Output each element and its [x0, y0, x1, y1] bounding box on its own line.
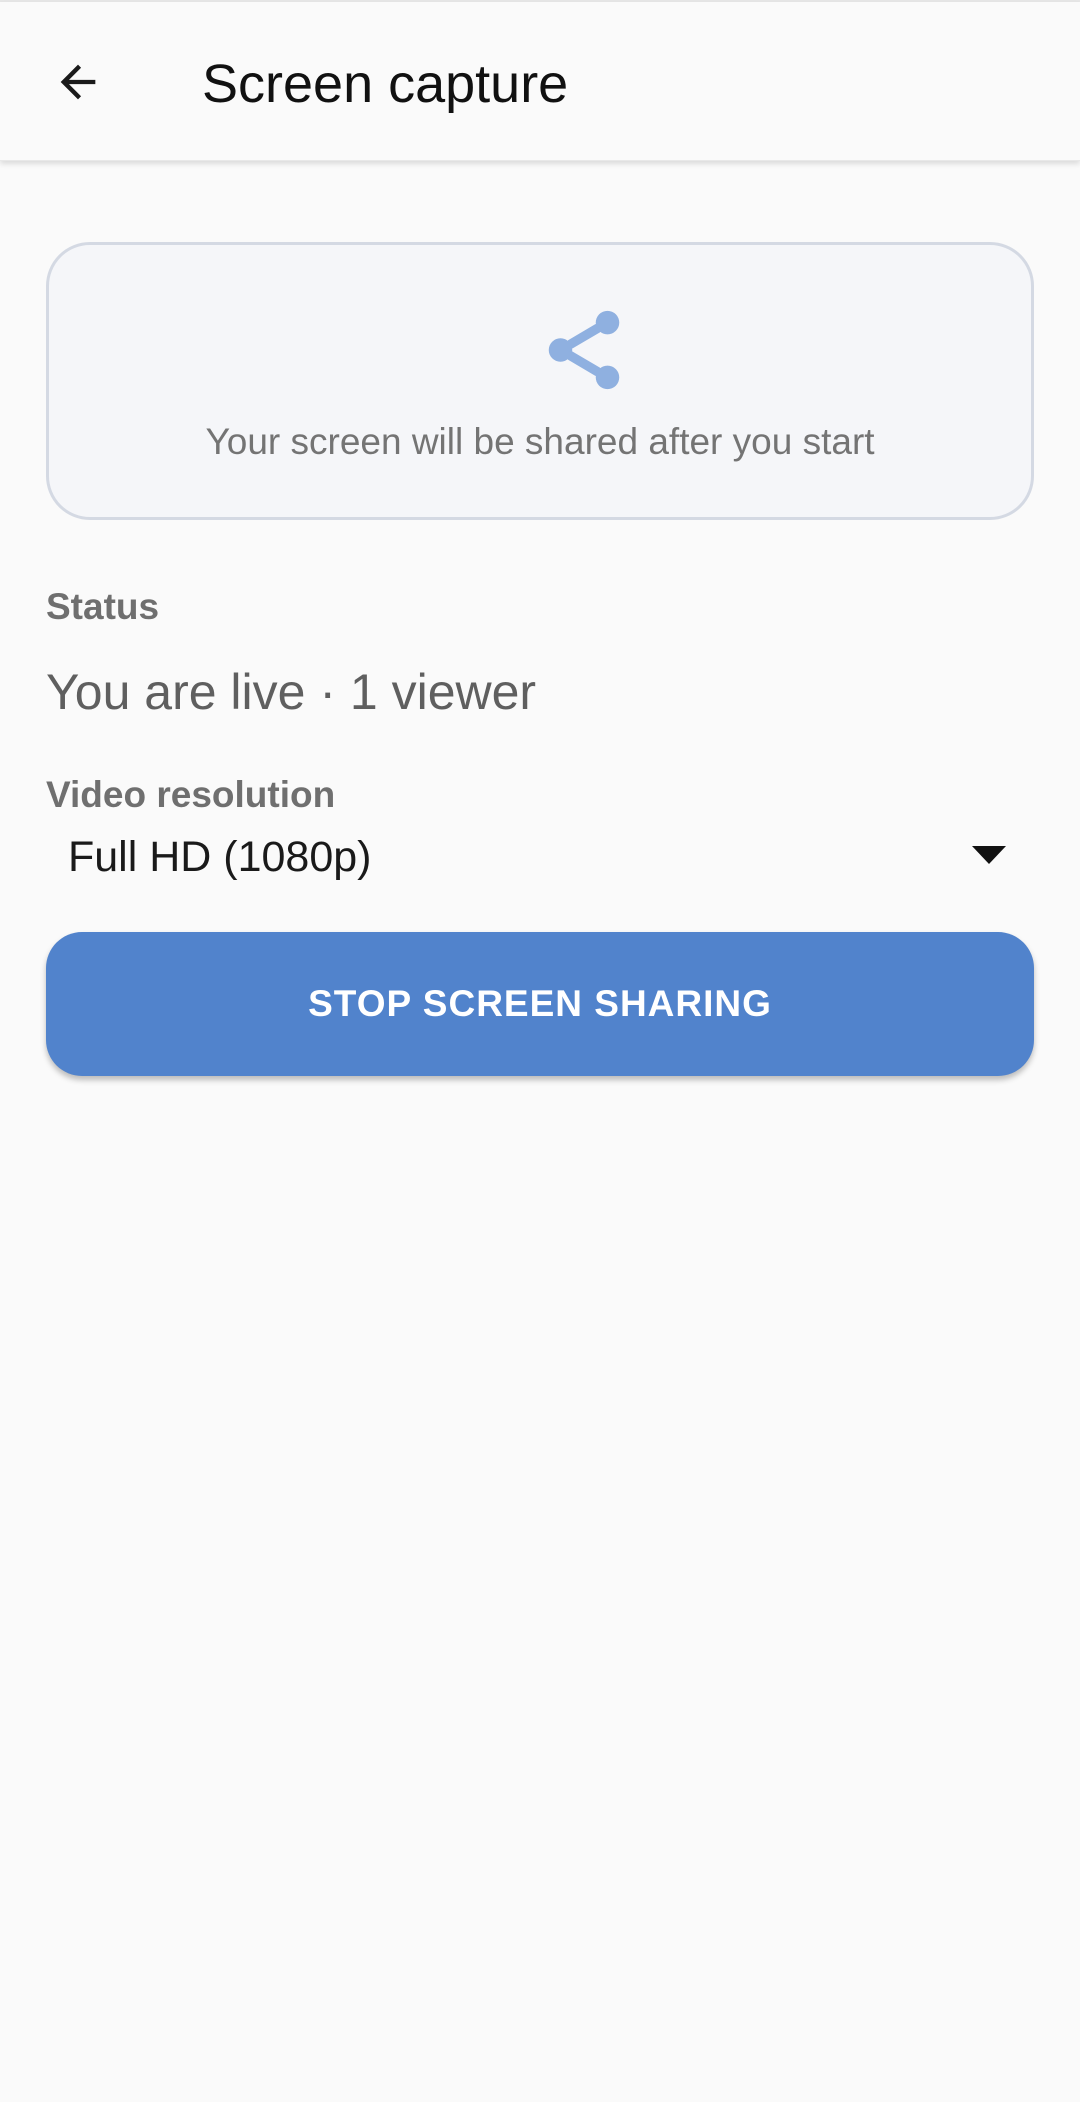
- stop-screen-sharing-button[interactable]: STOP SCREEN SHARING: [46, 932, 1034, 1076]
- status-value: You are live · 1 viewer: [46, 664, 537, 720]
- screen-capture-screen: Screen capture Your screen will be share…: [0, 0, 1080, 2102]
- video-resolution-label: Video resolution: [46, 774, 336, 815]
- page-title: Screen capture: [202, 54, 569, 114]
- screen-preview-card: Your screen will be shared after you sta…: [46, 242, 1034, 520]
- video-resolution-value: Full HD (1080p): [68, 833, 372, 881]
- share-icon: [548, 310, 620, 390]
- arrow-back-icon: [60, 64, 96, 100]
- status-label: Status: [46, 586, 160, 627]
- top-app-bar: Screen capture: [0, 2, 1080, 161]
- back-button[interactable]: [36, 40, 120, 124]
- video-resolution-dropdown[interactable]: Full HD (1080p): [46, 822, 1006, 898]
- preview-message: Your screen will be shared after you sta…: [205, 421, 875, 462]
- caret-down-icon: [972, 846, 1006, 864]
